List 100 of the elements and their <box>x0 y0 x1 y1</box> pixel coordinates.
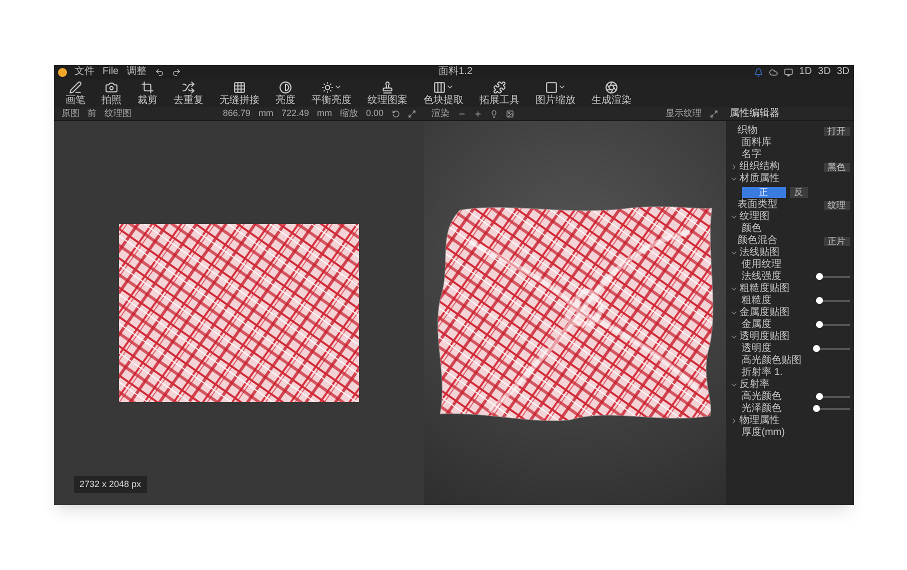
panel-title: 属性编辑器 <box>730 108 780 118</box>
expand-chevron-icon[interactable] <box>730 381 738 389</box>
toolbar-button[interactable]: 亮度 <box>272 80 300 106</box>
section-label: 粗糙度贴图 <box>740 284 790 294</box>
dropdown-field[interactable]: 打开 <box>824 126 850 136</box>
property-label: 厚度(mm) <box>742 428 785 438</box>
side-dropdown[interactable]: 前 <box>88 109 96 118</box>
caret-icon <box>558 83 566 91</box>
image-size-label: 2732 x 2048 px <box>74 476 148 493</box>
layer-dropdown[interactable]: 纹理图 <box>104 109 132 118</box>
tool-icon <box>545 80 558 94</box>
property-label: 表面类型 <box>738 200 778 210</box>
property-label: 折射率 1. <box>742 368 783 378</box>
slider-thumb[interactable] <box>816 297 823 304</box>
property-label: 使用纹理 <box>742 260 782 270</box>
section-label: 法线贴图 <box>740 248 780 258</box>
expand-chevron-icon[interactable] <box>730 285 738 293</box>
toolbar-button[interactable]: 纹理图案 <box>364 80 412 106</box>
property-label: 光泽颜色 <box>742 404 782 414</box>
notification-icon[interactable] <box>754 68 764 76</box>
view-mode-button[interactable]: 3D <box>818 67 831 77</box>
section-label: 透明度贴图 <box>740 332 790 342</box>
toolbar-button[interactable]: 色块提取 <box>420 80 468 106</box>
fullscreen-icon[interactable] <box>710 110 718 118</box>
property-label: 透明度 <box>742 344 772 354</box>
tool-icon <box>433 80 446 94</box>
section-label: 反射率 <box>740 380 770 390</box>
toolbar-button[interactable]: 拓展工具 <box>476 80 524 106</box>
toolbar-button[interactable]: 无缝拼接 <box>216 80 264 106</box>
expand-chevron-icon[interactable] <box>730 249 738 257</box>
scale-label: 缩放 <box>340 109 358 118</box>
tool-icon <box>105 80 118 94</box>
toolbar-button[interactable]: 平衡亮度 <box>308 80 356 106</box>
section-label: 材质属性 <box>740 174 780 184</box>
tool-icon <box>233 80 246 94</box>
window-title: 面料1.2 <box>438 67 473 77</box>
toolbar-button[interactable]: 裁剪 <box>134 80 162 106</box>
expand-chevron-icon[interactable] <box>730 333 738 341</box>
width-value[interactable]: 866.79 <box>222 109 250 118</box>
expand-chevron-icon[interactable] <box>730 309 738 317</box>
section-label: 纹理图 <box>740 212 770 222</box>
expand-chevron-icon[interactable] <box>730 175 738 183</box>
render-mode-dropdown[interactable]: 渲染 <box>432 109 450 118</box>
fit-icon[interactable] <box>408 110 416 118</box>
face-toggle[interactable]: 反 <box>790 186 808 198</box>
property-label: 颜色 <box>742 224 762 234</box>
cloud-icon[interactable] <box>769 68 778 76</box>
image-icon[interactable] <box>506 110 514 118</box>
scale-value[interactable]: 0.00 <box>366 109 384 118</box>
menu-item[interactable]: 调整 <box>126 67 147 77</box>
property-label: 粗糙度 <box>742 296 772 306</box>
tool-icon <box>69 80 82 94</box>
property-label: 织物 <box>738 126 758 136</box>
toolbar-button[interactable]: 画笔 <box>62 80 90 106</box>
slider-thumb[interactable] <box>816 393 823 400</box>
property-label: 金属度 <box>742 320 772 330</box>
slider-thumb[interactable] <box>816 321 823 328</box>
height-value[interactable]: 722.49 <box>281 109 309 118</box>
property-label: 面料库 <box>742 138 772 148</box>
tool-icon <box>493 80 506 94</box>
face-toggle[interactable]: 正 <box>742 186 786 198</box>
tool-icon <box>279 80 292 94</box>
section-label: 金属度贴图 <box>740 308 790 318</box>
dropdown-field[interactable]: 纹理 <box>824 200 850 210</box>
tool-icon <box>141 80 154 94</box>
toolbar-button[interactable]: 生成渲染 <box>588 80 636 106</box>
toolbar-button[interactable]: 图片缩放 <box>532 80 580 106</box>
tool-icon <box>321 80 334 94</box>
property-label: 法线强度 <box>742 272 782 282</box>
undo-icon[interactable] <box>154 68 164 76</box>
section-label: 物理属性 <box>740 416 780 426</box>
toolbar-button[interactable]: 去重复 <box>170 80 208 106</box>
view-mode-button[interactable]: 3D <box>836 67 850 77</box>
dropdown-field[interactable]: 正片 <box>824 236 850 246</box>
app-logo-icon <box>58 68 66 76</box>
redo-icon[interactable] <box>172 68 181 76</box>
caret-icon <box>334 83 342 91</box>
tool-icon <box>605 80 618 94</box>
tool-icon <box>182 80 195 94</box>
tool-icon <box>381 80 394 94</box>
property-label: 名字 <box>742 150 762 160</box>
dropdown-field[interactable]: 黑色 <box>824 162 850 172</box>
view-dropdown[interactable]: 原图 <box>62 109 80 118</box>
slider-thumb[interactable] <box>816 273 823 280</box>
zoom-in-icon[interactable] <box>474 110 482 118</box>
property-label: 高光颜色贴图 <box>742 356 802 366</box>
slider-thumb[interactable] <box>812 405 820 412</box>
toolbar-button[interactable]: 拍照 <box>98 80 126 106</box>
expand-chevron-icon[interactable] <box>730 213 738 221</box>
menu-item[interactable]: File <box>102 67 119 77</box>
rotate-icon[interactable] <box>392 110 400 118</box>
menu-item[interactable]: 文件 <box>74 67 94 77</box>
property-label: 高光颜色 <box>742 392 782 402</box>
section-label: 组织结构 <box>740 162 780 172</box>
slider-thumb[interactable] <box>812 345 820 352</box>
display-dropdown[interactable]: 显示纹理 <box>666 109 702 118</box>
caret-icon <box>446 83 454 91</box>
property-label: 颜色混合 <box>738 236 778 246</box>
view-mode-button[interactable]: 1D <box>799 67 812 77</box>
light-icon[interactable] <box>490 110 498 118</box>
